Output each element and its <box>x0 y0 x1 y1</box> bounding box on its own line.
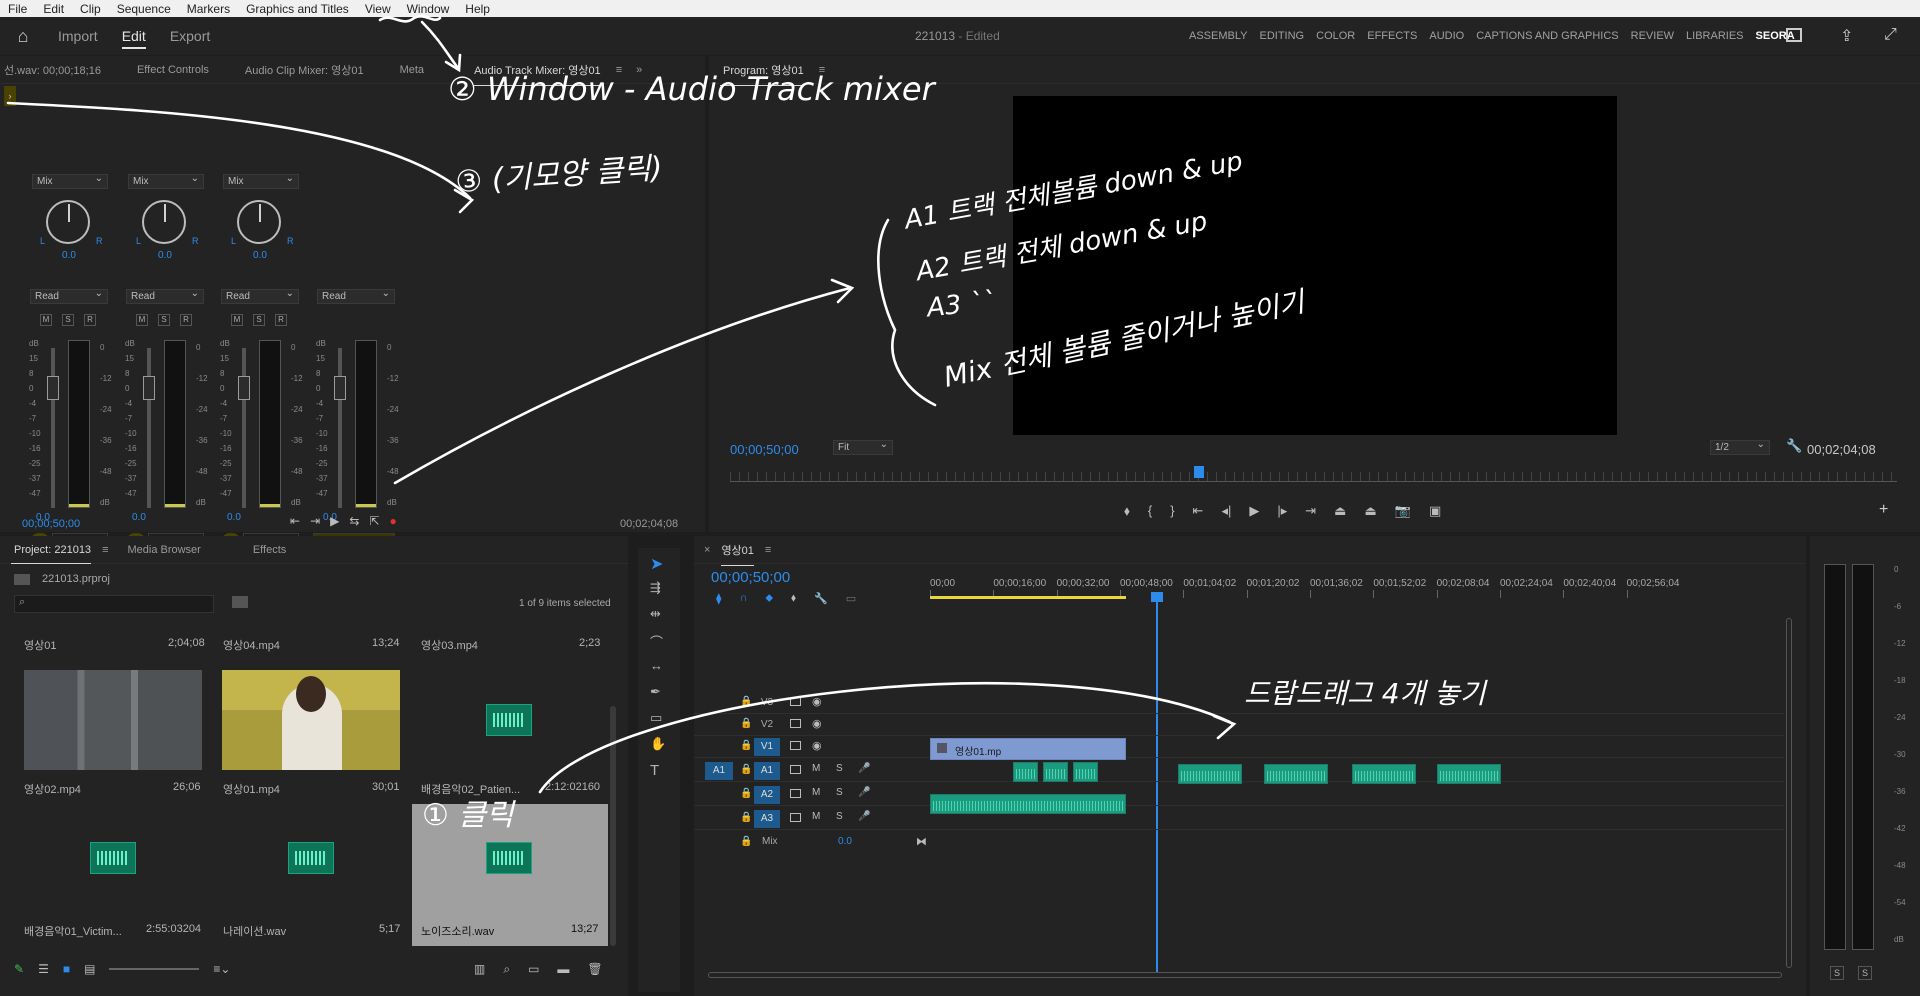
annotation-arrow <box>393 286 852 485</box>
annotation-squiggle <box>378 15 442 23</box>
annotation-drag-note: 드랍드래그 4개 놓기 <box>1244 677 1486 710</box>
annotation-step2: ② Window - Audio Track mixer <box>448 70 935 108</box>
annotation-arrow <box>6 101 472 200</box>
annotation-step1: ① 클릭 <box>422 798 514 833</box>
annotation-arrow <box>420 20 460 70</box>
annotation-arrowhead <box>1212 714 1237 740</box>
annotation-arrow <box>538 681 1232 794</box>
annotation-brace <box>877 218 937 407</box>
annotation-overlay <box>6 15 1237 794</box>
